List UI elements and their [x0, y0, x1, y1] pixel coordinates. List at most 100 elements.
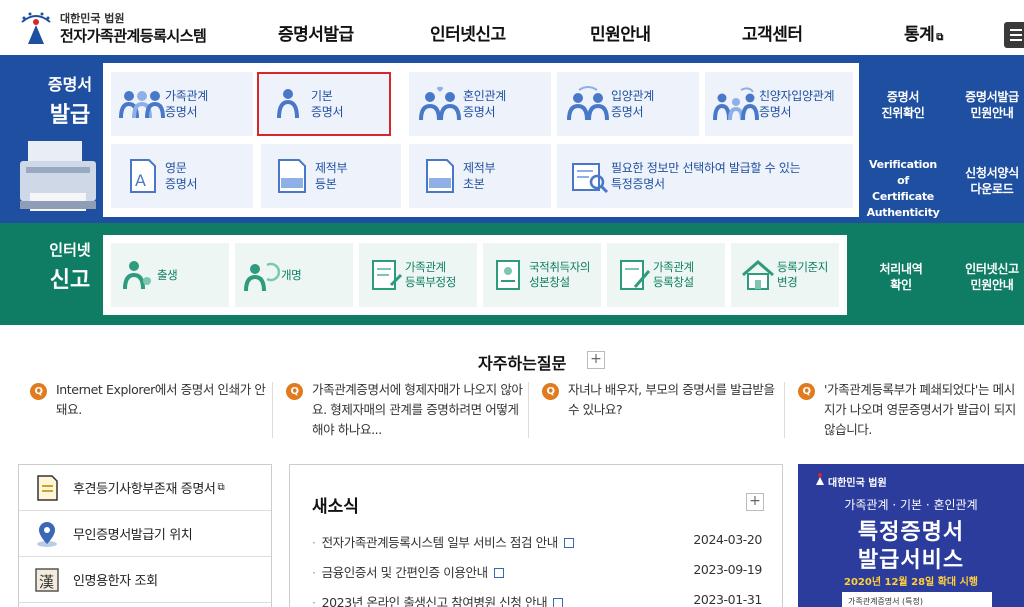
question-badge-icon: Q [798, 383, 815, 400]
tile-birth[interactable]: 출생 [111, 243, 229, 307]
tile-basic-cert[interactable]: 기본 증명서 [257, 72, 391, 136]
issuance-title-top: 증명서 [47, 75, 93, 94]
hamburger-menu-button[interactable] [1004, 22, 1024, 48]
link-verification-en[interactable]: Verification of Certificate Authenticity [862, 157, 944, 221]
site-header: 대한민국 법원 전자가족관계등록시스템 증명서발급 인터넷신고 민원안내 고객센… [0, 0, 1024, 55]
external-link-icon: ⧉ [217, 482, 225, 493]
rename-icon [244, 262, 281, 292]
faq-divider [528, 382, 529, 438]
tile-label: 혼인관계 증명서 [463, 89, 506, 119]
tile-register-creation[interactable]: 가족관계 등록창설 [607, 243, 725, 307]
tile-removed-register-transcript[interactable]: 제적부 등본 [261, 144, 401, 208]
news-item-title: 금융인증서 및 간편인증 이용안내 [321, 565, 489, 580]
logo-title: 전자가족관계등록시스템 [60, 27, 207, 45]
english-doc-icon: A [130, 159, 156, 193]
news-item-date: 2024-03-20 [693, 532, 762, 547]
link-report-guide[interactable]: 인터넷신고 민원안내 [952, 261, 1024, 293]
nav-customer-center[interactable]: 고객센터 [742, 20, 803, 45]
nav-certificate-issuance[interactable]: 증명서발급 [278, 20, 354, 45]
bullet: · [312, 595, 316, 607]
family-group-icon [119, 91, 165, 119]
tile-label: 국적취득자의 성본창설 [529, 260, 591, 289]
faq-item[interactable]: Q Internet Explorer에서 증명서 인쇄가 안돼요. [18, 380, 272, 440]
faq-divider [784, 382, 785, 438]
tile-label: 개명 [281, 267, 302, 282]
faq-text: 가족관계증명서에 형제자매가 나오지 않아요. 형제자매의 관계를 증명하려면 … [312, 382, 523, 437]
tile-removed-register-abstract[interactable]: 제적부 초본 [409, 144, 551, 208]
banner-heading-2: 발급서비스 [857, 548, 965, 573]
question-badge-icon: Q [286, 383, 303, 400]
house-icon [742, 260, 774, 290]
promo-banner[interactable]: 대한민국 법원 가족관계 · 기본 · 혼인관계 특정증명서 발급서비스 202… [798, 464, 1024, 607]
quick-link-kiosk-location[interactable]: 무인증명서발급기 위치 [19, 511, 271, 557]
quick-link-label: 후견등기사항부존재 증명서 [73, 482, 216, 497]
news-item[interactable]: · 금융인증서 및 간편인증 이용안내 2023-09-19 [312, 562, 762, 581]
quick-link-label: 인명용한자 조회 [73, 574, 158, 589]
register-doc-icon [620, 260, 651, 290]
search-doc-icon [572, 163, 609, 194]
person-icon [277, 89, 299, 119]
link-cert-authenticity[interactable]: 증명서 진위확인 [870, 89, 936, 121]
quick-link-hanja-lookup[interactable]: 漢 인명용한자 조회 [19, 557, 271, 603]
nationality-doc-icon [496, 260, 520, 290]
news-more-button[interactable]: + [746, 493, 764, 511]
tile-label: 가족관계 등록부정정 [405, 260, 456, 289]
tile-nationality-surname[interactable]: 국적취득자의 성본창설 [483, 243, 601, 307]
report-section-title: 인터넷 신고 [40, 239, 100, 294]
tile-adoption-cert[interactable]: 입양관계 증명서 [557, 72, 699, 136]
site-logo[interactable]: 대한민국 법원 전자가족관계등록시스템 [16, 8, 216, 48]
banner-date: 2020년 12월 28일 확대 시행 [844, 577, 978, 588]
tile-label: 제적부 초본 [463, 161, 496, 191]
tile-specific-cert[interactable]: 필요한 정보만 선택하여 발급할 수 있는 특정증명서 [557, 144, 853, 208]
printer-icon [20, 141, 96, 211]
question-badge-icon: Q [542, 383, 559, 400]
faq-divider [272, 382, 273, 438]
nav-statistics[interactable]: 통계 ⧉ [904, 20, 943, 45]
tile-rename[interactable]: 개명 [235, 243, 353, 307]
svg-text:A: A [135, 171, 146, 190]
tile-full-adoption-cert[interactable]: 친양자입양관계 증명서 [705, 72, 853, 136]
tile-label: 출생 [157, 267, 178, 282]
news-item[interactable]: · 2023년 온라인 출생신고 참여병원 신청 안내 2023-01-31 [312, 592, 762, 607]
issuance-section: 증명서 발급 가족관계 증명서 기본 증명서 혼인관계 증명서 입양관계 증명서… [0, 55, 1024, 223]
banner-strip: 가족관계증명서 (특정) [842, 592, 992, 607]
news-item-title: 2023년 온라인 출생신고 참여병원 신청 안내 [321, 595, 548, 607]
report-title-bottom: 신고 [49, 268, 91, 293]
faq-item[interactable]: Q 가족관계증명서에 형제자매가 나오지 않아요. 형제자매의 관계를 증명하려… [274, 380, 528, 440]
issuance-section-title: 증명서 발급 [40, 71, 100, 129]
document-icon [493, 568, 504, 578]
logo-subtitle: 대한민국 법원 [60, 12, 125, 25]
faq-text: '가족관계등록부가 폐쇄되었다'는 메시지가 나오며 영문증명서가 발급이 되지… [824, 382, 1016, 437]
tile-registration-base-change[interactable]: 등록기준지 변경 [731, 243, 839, 307]
tile-label: 제적부 등본 [315, 161, 348, 191]
nav-internet-report[interactable]: 인터넷신고 [430, 20, 506, 45]
full-adoption-icon [713, 87, 759, 121]
tile-marriage-cert[interactable]: 혼인관계 증명서 [409, 72, 551, 136]
link-processing-history[interactable]: 처리내역 확인 [868, 261, 934, 293]
tile-register-correction[interactable]: 가족관계 등록부정정 [359, 243, 477, 307]
faq-more-button[interactable]: + [587, 351, 605, 369]
link-form-download[interactable]: 신청서양식 다운로드 [952, 165, 1024, 197]
faq-item[interactable]: Q '가족관계등록부가 폐쇄되었다'는 메시지가 나오며 영문증명서가 발급이 … [786, 380, 1024, 440]
news-item[interactable]: · 전자가족관계등록시스템 일부 서비스 점검 안내 2024-03-20 [312, 532, 762, 551]
couple-heart-icon [419, 86, 461, 121]
tile-label: 필요한 정보만 선택하여 발급할 수 있는 특정증명서 [611, 161, 801, 191]
location-pin-icon [37, 521, 57, 547]
tile-label: 영문 증명서 [165, 161, 198, 191]
link-cert-guide[interactable]: 증명서발급 민원안내 [952, 89, 1024, 121]
banner-subtitle: 가족관계 · 기본 · 혼인관계 [844, 498, 978, 512]
news-title: 새소식 [312, 497, 359, 517]
tile-family-relation-cert[interactable]: 가족관계 증명서 [111, 72, 253, 136]
document-icon [37, 474, 58, 501]
tile-label: 등록기준지 변경 [777, 260, 828, 289]
news-item-date: 2023-09-19 [693, 562, 762, 577]
tile-label: 입양관계 증명서 [611, 89, 654, 119]
report-panel: 출생 개명 가족관계 등록부정정 국적취득자의 성본창설 가족관계 등록창설 등… [103, 235, 847, 315]
faq-item[interactable]: Q 자녀나 배우자, 부모의 증명서를 발급받을 수 있나요? [530, 380, 784, 440]
quick-link-guardianship-cert[interactable]: 후견등기사항부존재 증명서 ⧉ [19, 465, 271, 511]
tile-english-cert[interactable]: A 영문 증명서 [111, 144, 253, 208]
birth-icon [123, 261, 151, 290]
external-link-icon: ⧉ [936, 32, 943, 43]
nav-civil-guide[interactable]: 민원안내 [590, 20, 651, 45]
document-icon [563, 538, 574, 548]
